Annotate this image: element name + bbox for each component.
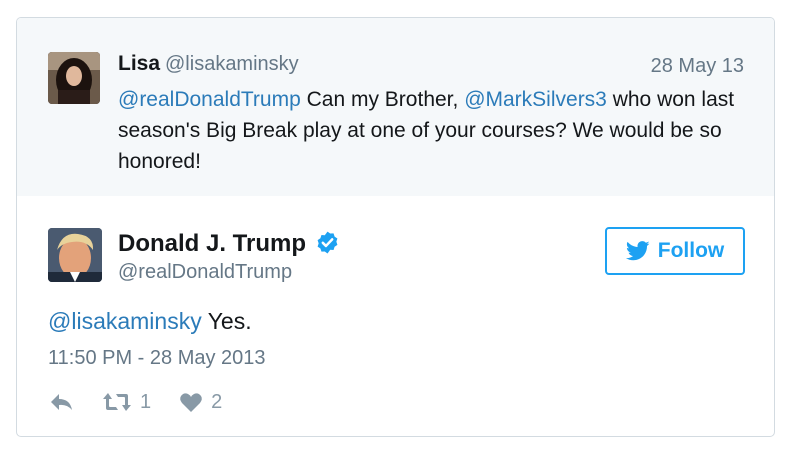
- twitter-bird-icon: [625, 241, 650, 261]
- mention-link-marksilvers3[interactable]: @MarkSilvers3: [464, 88, 607, 111]
- main-author-name[interactable]: Donald J. Trump: [118, 230, 306, 258]
- lisa-avatar[interactable]: [48, 52, 100, 104]
- reply-icon: [51, 394, 72, 410]
- follow-button[interactable]: Follow: [605, 227, 745, 275]
- parent-author-handle[interactable]: @lisakaminsky: [165, 53, 299, 76]
- parent-text-part1: Can my Brother,: [300, 88, 465, 111]
- verified-badge-icon: [317, 231, 338, 254]
- follow-label: Follow: [657, 239, 725, 262]
- embedded-tweet-card: Lisa @lisakaminsky 28 May 13 @realDonald…: [16, 17, 775, 437]
- parent-author-name[interactable]: Lisa: [118, 52, 160, 76]
- retweet-icon: [103, 393, 131, 411]
- mention-link-lisakaminsky[interactable]: @lisakaminsky: [48, 308, 202, 334]
- heart-icon: [180, 393, 202, 412]
- tweet-actions: 1 2: [48, 388, 250, 416]
- tweet-timestamp[interactable]: 11:50 PM - 28 May 2013: [48, 347, 266, 370]
- main-author-handle[interactable]: @realDonaldTrump: [118, 261, 292, 284]
- trump-avatar[interactable]: [48, 228, 102, 282]
- parent-tweet-date[interactable]: 28 May 13: [651, 55, 744, 78]
- parent-tweet[interactable]: Lisa @lisakaminsky 28 May 13 @realDonald…: [17, 18, 774, 196]
- main-text-body: Yes.: [201, 308, 252, 334]
- retweet-count: 1: [140, 390, 152, 413]
- mention-link-realdonaldtrump[interactable]: @realDonaldTrump: [118, 88, 301, 111]
- retweet-button[interactable]: 1: [102, 391, 151, 414]
- reply-button[interactable]: [48, 391, 74, 413]
- main-tweet-text: @lisakaminsky Yes.: [48, 308, 252, 335]
- like-button[interactable]: 2: [179, 391, 222, 414]
- parent-tweet-text: @realDonaldTrump Can my Brother, @MarkSi…: [118, 84, 758, 177]
- like-count: 2: [211, 390, 223, 413]
